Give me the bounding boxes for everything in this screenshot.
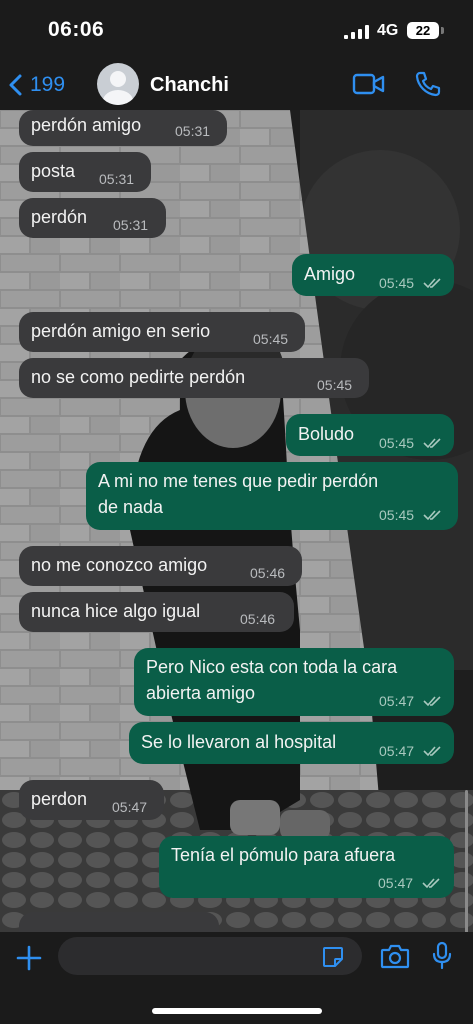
video-call-icon[interactable] [352,71,386,97]
message-text: posta [31,161,76,181]
sticker-icon[interactable] [321,945,345,969]
message-time: 05:45 [379,507,415,523]
input-bar [0,932,473,1024]
unread-count: 199 [30,73,66,96]
message-time: 05:31 [113,217,149,233]
message-time: 05:45 [379,435,415,451]
message-outgoing[interactable]: A mi no me tenes que pedir perdón de nad… [86,462,458,530]
message-time: 05:45 [317,377,353,393]
message-text: perdón amigo [31,115,142,135]
signal-icon [344,25,369,39]
message-incoming[interactable]: perdón amigo 05:31 [19,110,227,146]
message-text: perdón [31,207,88,227]
message-input[interactable] [58,937,362,975]
message-incoming[interactable]: perdon 05:47 [19,780,164,820]
message-incoming[interactable]: no se como pedirte perdón 05:45 [19,358,369,398]
message-text: A mi no me tenes que pedir perdón [98,471,379,491]
chat-area[interactable]: perdón amigo 05:31 posta 05:31 perdón 05… [0,110,473,932]
read-receipt-icon [423,438,441,449]
message-outgoing[interactable]: Pero Nico esta con toda la cara abierta … [134,648,454,716]
back-button[interactable]: 199 [8,70,65,100]
message-outgoing[interactable]: Amigo 05:45 [292,254,454,296]
message-time: 05:47 [378,875,414,891]
read-receipt-icon [423,746,441,757]
message-text: perdón amigo en serio [31,321,211,341]
message-text: perdon [31,789,88,809]
status-time: 06:06 [48,18,105,41]
message-time: 05:45 [379,275,415,291]
message-text: abierta amigo [146,683,256,703]
message-incoming[interactable]: nunca hice algo igual 05:46 [19,592,294,632]
message-text: Tenía el pómulo para afuera [171,845,396,865]
message-text: no se como pedirte perdón [31,367,246,387]
message-time: 05:31 [175,123,211,139]
message-time: 05:46 [250,565,286,581]
message-incoming-partial[interactable] [19,912,219,932]
battery-icon [441,27,444,34]
message-time: 05:45 [253,331,289,347]
message-text: Boludo [298,424,355,444]
default-avatar-icon [103,71,133,105]
message-text: Amigo [304,264,356,284]
scrollbar[interactable] [465,790,468,932]
message-time: 05:47 [379,743,415,759]
message-text: Se lo llevaron al hospital [141,732,337,752]
message-time: 05:46 [240,611,276,627]
phone-icon[interactable] [414,70,442,98]
read-receipt-icon [423,696,441,707]
message-incoming[interactable]: no me conozco amigo 05:46 [19,546,302,586]
contact-name[interactable]: Chanchi [150,74,229,97]
camera-icon[interactable] [380,943,410,969]
message-text: no me conozco amigo [31,555,208,575]
message-text: nunca hice algo igual [31,601,201,621]
message-outgoing[interactable]: Boludo 05:45 [286,414,454,456]
message-time: 05:47 [379,693,415,709]
message-incoming[interactable]: posta 05:31 [19,152,151,192]
battery-level: 22 [407,22,439,39]
message-outgoing[interactable]: Se lo llevaron al hospital 05:47 [129,722,454,764]
message-incoming[interactable]: perdón 05:31 [19,198,166,238]
message-incoming[interactable]: perdón amigo en serio 05:45 [19,312,305,352]
home-indicator[interactable] [152,1008,322,1014]
chat-header: 199 Chanchi [0,62,473,110]
plus-icon[interactable] [15,944,43,972]
message-time: 05:31 [99,171,135,187]
message-time: 05:47 [112,799,148,815]
message-text: Pero Nico esta con toda la cara [146,657,398,677]
microphone-icon[interactable] [431,941,453,971]
status-bar: 06:06 4G 22 [0,0,473,62]
read-receipt-icon [423,510,441,521]
avatar[interactable] [97,63,139,105]
message-outgoing[interactable]: Tenía el pómulo para afuera 05:47 [159,836,454,898]
message-text: de nada [98,497,164,517]
network-type: 4G [377,22,399,39]
read-receipt-icon [422,878,440,889]
read-receipt-icon [423,278,441,289]
chevron-left-icon [9,74,22,96]
